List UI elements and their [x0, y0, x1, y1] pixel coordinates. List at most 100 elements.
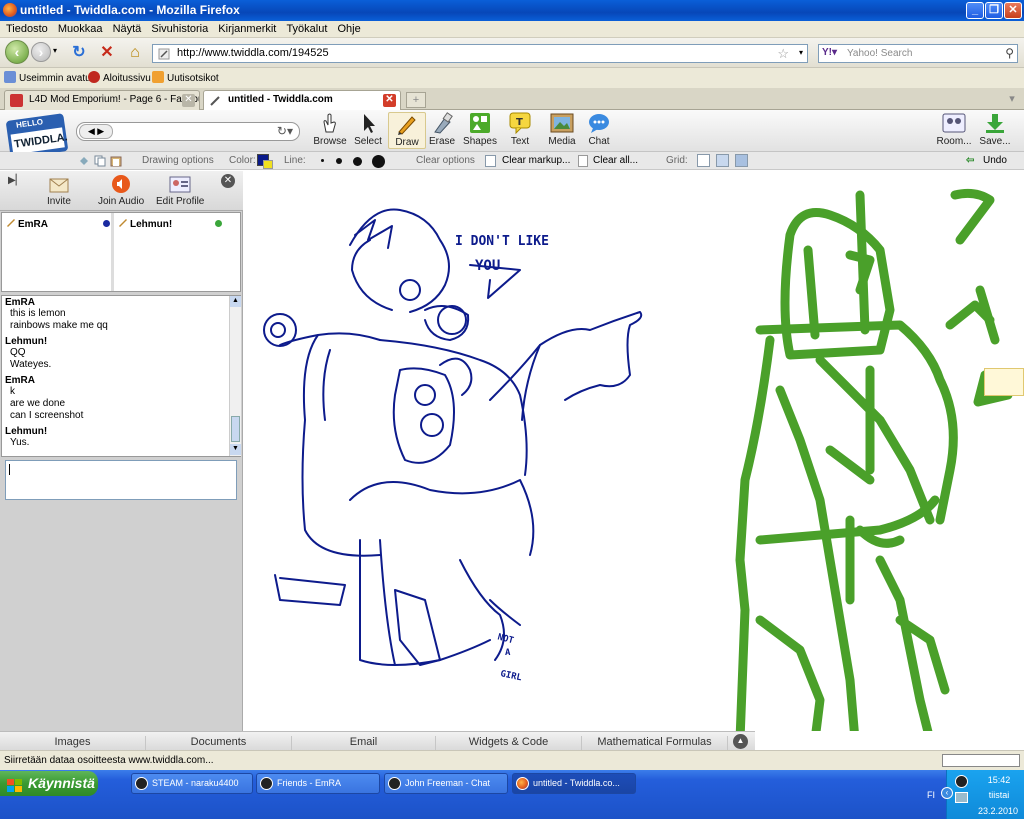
tab-math-formulas[interactable]: Mathematical Formulas	[582, 736, 728, 750]
close-tab-icon[interactable]: ✕	[182, 94, 195, 107]
tab-widgets-code[interactable]: Widgets & Code	[436, 736, 582, 750]
bookmark-most-visited[interactable]: Useimmin avatut	[4, 71, 93, 84]
menu-item-edit[interactable]: Muokkaa	[58, 21, 103, 37]
scroll-down-icon[interactable]: ▼	[230, 444, 241, 455]
menu-item-history[interactable]: Sivuhistoria	[151, 21, 208, 37]
menu-item-view[interactable]: Näytä	[113, 21, 142, 37]
grid-small-button[interactable]	[716, 154, 729, 167]
user-color-dot	[215, 220, 222, 227]
tab-list-icon[interactable]: ▾	[1004, 92, 1020, 108]
start-button[interactable]: Käynnistä	[0, 771, 98, 796]
url-dropdown-icon[interactable]: ▾	[799, 48, 803, 57]
close-tab-icon[interactable]: ✕	[383, 94, 396, 107]
taskbar-item-steam[interactable]: STEAM - naraku4400	[131, 773, 253, 794]
media-picture-icon	[550, 112, 574, 134]
whiteboard-canvas[interactable]: I DON'T LIKE YOU NOT A GIRL	[244, 171, 1024, 731]
copy-icon[interactable]	[94, 155, 106, 167]
close-window-button[interactable]: ✕	[1004, 2, 1022, 19]
chat-message: this is lemon	[10, 308, 66, 319]
room-button[interactable]: Room...	[931, 112, 977, 147]
grid-none-button[interactable]	[697, 154, 710, 167]
stop-icon[interactable]: ✕	[98, 44, 116, 62]
tab-documents[interactable]: Documents	[146, 736, 292, 750]
undo-button[interactable]: Undo	[983, 155, 1007, 166]
chat-author: EmRA	[5, 375, 36, 386]
tab-facepunch[interactable]: L4D Mod Emporium! - Page 6 - Facepun... …	[4, 90, 200, 110]
secondary-color-swatch[interactable]	[263, 160, 273, 169]
scroll-up-icon[interactable]: ▲	[230, 296, 241, 307]
progress-bar	[942, 754, 1020, 767]
line-width-selector[interactable]	[316, 153, 388, 169]
tab-images[interactable]: Images	[0, 736, 146, 750]
color-label: Color:	[229, 155, 256, 166]
text-bubble-icon: T	[508, 112, 532, 135]
menu-item-tools[interactable]: Työkalut	[286, 21, 327, 37]
menu-item-help[interactable]: Ohje	[337, 21, 360, 37]
line-width-4[interactable]	[372, 155, 385, 168]
forward-button[interactable]: ›	[31, 42, 51, 62]
show-hidden-icons[interactable]: ‹	[941, 787, 953, 799]
tool-text-button[interactable]: T Text	[497, 112, 543, 147]
tool-select-button[interactable]: Select	[345, 112, 391, 147]
line-width-1[interactable]	[321, 159, 324, 162]
bookmark-start-page[interactable]: Aloitussivu	[88, 71, 151, 84]
network-icon[interactable]	[955, 792, 968, 803]
chat-message: can I screenshot	[10, 410, 84, 421]
address-bar[interactable]: http://www.twiddla.com/194525 ☆ ▾	[152, 44, 808, 63]
history-dropdown-icon[interactable]: ▾	[53, 46, 57, 55]
tab-email[interactable]: Email	[292, 736, 436, 750]
paste-icon[interactable]	[110, 155, 122, 167]
menu-item-bookmarks[interactable]: Kirjanmerkit	[218, 21, 276, 37]
maximize-button[interactable]: ❐	[985, 2, 1003, 19]
bookmark-news-feeds[interactable]: Uutisotsikot	[152, 71, 219, 84]
home-icon[interactable]: ⌂	[126, 44, 144, 62]
user-item[interactable]: Lehmun!	[118, 217, 172, 230]
line-width-3[interactable]	[353, 157, 362, 166]
twiddla-back-forward-buttons[interactable]: ◀ ▶	[79, 124, 113, 139]
minimize-button[interactable]: _	[966, 2, 984, 19]
undo-arrow-icon: ⇦	[966, 155, 975, 166]
chat-input[interactable]	[5, 460, 237, 500]
scroll-thumb[interactable]	[231, 416, 240, 442]
panel-close-icon[interactable]: ✕	[221, 174, 235, 188]
twiddla-refresh-icon[interactable]: ↻▾	[277, 124, 293, 138]
reload-icon[interactable]: ↻	[70, 44, 88, 62]
chat-scrollbar[interactable]: ▲ ▼	[229, 296, 241, 456]
expand-tabs-icon[interactable]: ▲	[733, 734, 748, 749]
clock-time[interactable]: 15:42	[977, 775, 1021, 785]
chat-author: Lehmun!	[5, 336, 48, 347]
taskbar-item-chat[interactable]: John Freeman - Chat	[384, 773, 508, 794]
tool-chat-button[interactable]: Chat	[576, 112, 622, 147]
taskbar-item-firefox[interactable]: untitled - Twiddla.co...	[512, 773, 636, 794]
search-input[interactable]: Y!▾ Yahoo! Search ⚲	[818, 44, 1018, 63]
user-item[interactable]: EmRA	[6, 217, 48, 230]
invite-button[interactable]: Invite	[47, 174, 71, 207]
taskbar-item-friends[interactable]: Friends - EmRA	[256, 773, 380, 794]
edit-profile-button[interactable]: Edit Profile	[156, 174, 204, 207]
search-icon[interactable]: ⚲	[1005, 46, 1014, 60]
back-button[interactable]: ‹	[5, 40, 29, 64]
menu-bar: Tiedosto Muokkaa Näytä Sivuhistoria Kirj…	[0, 21, 1024, 38]
steam-tray-icon[interactable]	[955, 775, 968, 788]
bookmark-star-icon[interactable]: ☆	[777, 46, 789, 62]
twiddla-browse-url-input[interactable]: ◀ ▶ ↻▾	[76, 122, 300, 141]
join-audio-button[interactable]: Join Audio	[98, 174, 144, 207]
line-width-2[interactable]	[336, 158, 342, 164]
green-drawing	[735, 188, 1013, 731]
menu-item-file[interactable]: Tiedosto	[6, 21, 48, 37]
grid-large-button[interactable]	[735, 154, 748, 167]
new-tab-button[interactable]: +	[406, 92, 426, 108]
panel-collapse-icon[interactable]: ▶▏	[8, 175, 23, 186]
clear-all-button[interactable]: Clear all...	[593, 155, 638, 166]
save-button[interactable]: Save...	[972, 112, 1018, 147]
language-indicator[interactable]: FI	[927, 790, 935, 800]
annotation-i-dont-like: I DON'T LIKE	[455, 234, 549, 249]
firefox-icon	[3, 3, 17, 17]
clear-markup-button[interactable]: Clear markup...	[502, 155, 570, 166]
pencil-icon	[395, 113, 419, 135]
paint-bucket-icon[interactable]	[78, 155, 90, 167]
tab-twiddla[interactable]: untitled - Twiddla.com ✕	[203, 90, 401, 111]
svg-text:T: T	[516, 117, 523, 128]
yahoo-search-engine-icon[interactable]: Y!▾	[822, 47, 837, 58]
user-pencil-icon	[118, 217, 128, 227]
